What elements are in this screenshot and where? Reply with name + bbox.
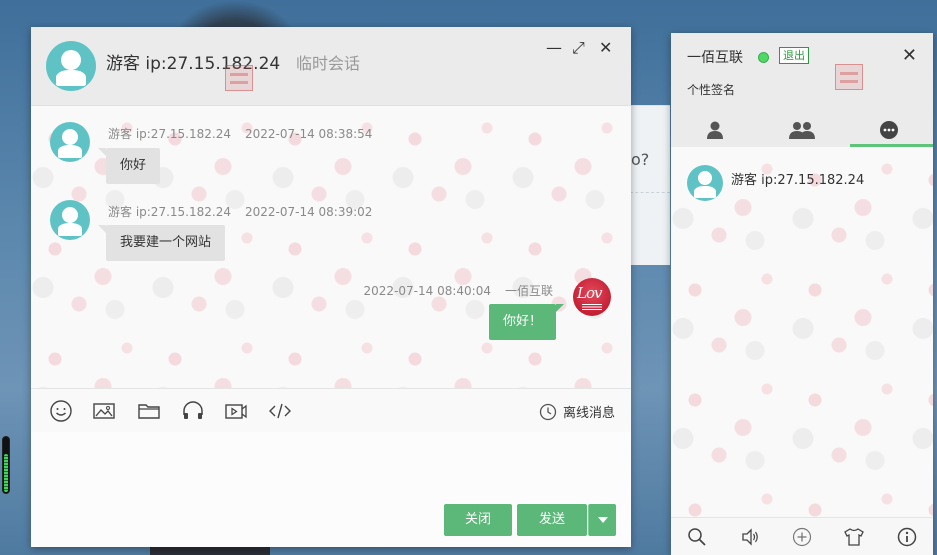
volume-meter-fill	[4, 454, 8, 492]
group-icon	[788, 122, 815, 139]
user-icon	[706, 121, 723, 139]
skin-icon	[844, 527, 865, 546]
offline-messages-label: 离线消息	[562, 406, 615, 421]
search-icon	[688, 527, 706, 546]
send-button[interactable]: 发送	[517, 504, 587, 536]
search-button[interactable]	[671, 527, 723, 547]
send-options-dropdown[interactable]	[588, 504, 616, 536]
code-icon[interactable]	[268, 399, 292, 423]
volume-button[interactable]	[723, 527, 775, 547]
message-list[interactable]: 游客 ip:27.15.182.24 2022-07-14 08:38:54 你好…	[31, 106, 631, 388]
signature-text[interactable]: 个性签名	[687, 81, 735, 98]
headphones-icon[interactable]	[181, 399, 205, 423]
emoji-icon[interactable]	[49, 399, 73, 423]
chat-subtitle: 临时会话	[296, 54, 361, 73]
video-icon[interactable]	[224, 399, 248, 423]
chat-bubble-icon	[880, 121, 899, 139]
contact-panel: 一佰互联 退出 ✕ 个性签名 游客 ip:27.15.182.24	[671, 33, 934, 555]
contact-name: 游客 ip:27.15.182.24	[731, 173, 865, 188]
message-sender: 一佰互联	[504, 284, 553, 298]
message-avatar[interactable]	[50, 122, 90, 162]
skin-button[interactable]	[828, 527, 880, 547]
tab-friends[interactable]	[671, 113, 758, 147]
background-page	[630, 105, 670, 265]
message-meta: 2022-07-14 08:40:04 一佰互联	[364, 282, 553, 299]
close-chat-button[interactable]: 关闭	[444, 504, 512, 536]
volume-icon	[741, 527, 758, 546]
contact-item[interactable]: 游客 ip:27.15.182.24	[671, 159, 933, 207]
image-icon[interactable]	[92, 399, 116, 423]
logout-button[interactable]: 退出	[779, 47, 809, 64]
message-time: 2022-07-14 08:40:04	[363, 284, 491, 298]
maximize-button[interactable]: ⤢	[572, 39, 585, 57]
visitor-avatar[interactable]	[46, 41, 96, 91]
info-icon	[897, 527, 917, 546]
contact-list: 游客 ip:27.15.182.24	[671, 147, 933, 517]
message-sender: 游客 ip:27.15.182.24	[108, 127, 231, 141]
close-panel-button[interactable]: ✕	[902, 45, 917, 66]
seal-stamp	[835, 64, 863, 90]
message-bubble: 你好	[97, 148, 161, 184]
message-sender: 游客 ip:27.15.182.24	[108, 205, 231, 219]
chat-title: 游客 ip:27.15.182.24	[106, 54, 281, 74]
message-avatar[interactable]	[50, 200, 90, 240]
panel-user-name: 一佰互联	[687, 50, 743, 66]
close-window-button[interactable]: ✕	[599, 39, 612, 57]
info-button[interactable]	[881, 527, 933, 547]
panel-footer	[671, 517, 933, 555]
minimize-button[interactable]: —	[546, 39, 562, 57]
message-time: 2022-07-14 08:39:02	[244, 205, 373, 219]
background-page-text: o?	[631, 150, 650, 169]
folder-icon[interactable]	[137, 399, 161, 423]
offline-messages-button[interactable]: 离线消息	[539, 402, 615, 421]
seal-stamp	[225, 65, 253, 91]
contact-avatar	[687, 165, 723, 201]
add-icon	[792, 527, 812, 546]
message-time: 2022-07-14 08:38:54	[244, 127, 373, 141]
tab-chats[interactable]	[846, 113, 934, 147]
chat-toolbar: 离线消息	[31, 388, 631, 432]
background-page-divider	[630, 192, 670, 193]
panel-header: 一佰互联 退出 ✕ 个性签名	[671, 33, 934, 147]
message-bubble: 你好！	[488, 304, 565, 340]
message-bubble: 我要建一个网站	[97, 225, 226, 261]
tab-groups[interactable]	[758, 113, 845, 147]
message-meta: 游客 ip:27.15.182.24 2022-07-14 08:39:02	[108, 203, 372, 220]
chat-window: 游客 ip:27.15.182.24 临时会话 — ⤢ ✕ 游客 ip:27.1…	[31, 27, 631, 547]
volume-meter	[2, 436, 10, 494]
chat-header: 游客 ip:27.15.182.24 临时会话 — ⤢ ✕	[31, 27, 631, 106]
message-meta: 游客 ip:27.15.182.24 2022-07-14 08:38:54	[108, 125, 372, 142]
agent-logo-avatar[interactable]: Lov	[573, 278, 611, 316]
online-status-icon	[758, 52, 769, 63]
add-button[interactable]	[776, 527, 828, 547]
clock-icon	[539, 403, 557, 420]
panel-tabs	[671, 113, 934, 147]
